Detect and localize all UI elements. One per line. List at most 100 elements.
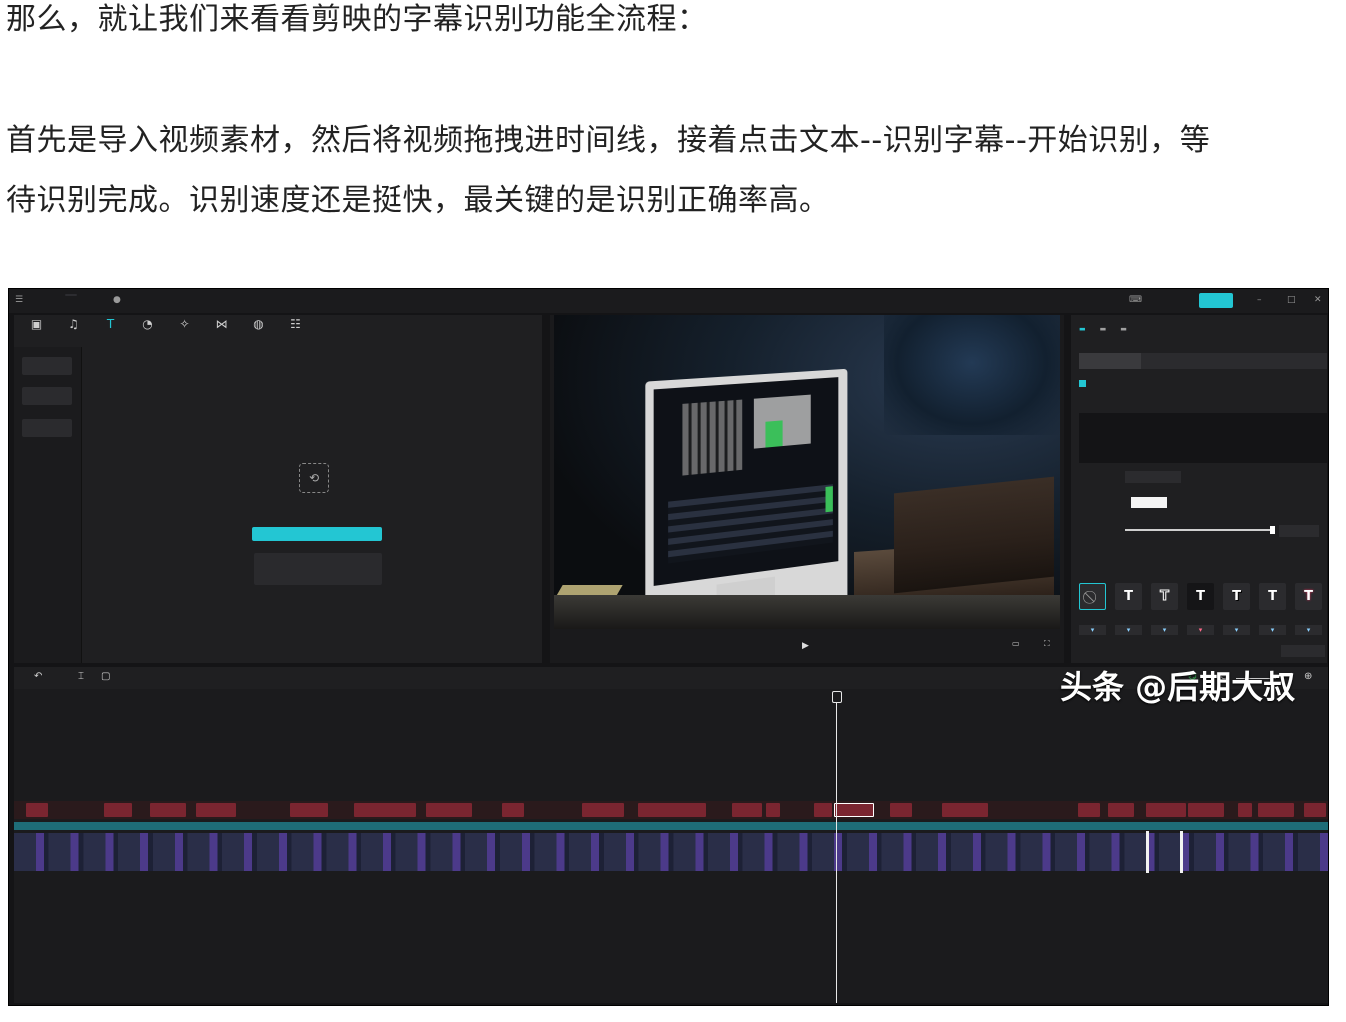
subtitle-clip[interactable] bbox=[1258, 803, 1294, 817]
preset-styles-row-2: ▾ ▾ ▾ ▾ ▾ ▾ ▾ bbox=[1079, 625, 1322, 635]
video-track[interactable] bbox=[14, 833, 1328, 871]
tool-audio[interactable]: ♫ bbox=[61, 317, 86, 347]
subtitle-clip[interactable] bbox=[502, 803, 524, 817]
sidebar-item-recognize-subtitles[interactable] bbox=[22, 387, 72, 405]
style-preset-4[interactable]: T bbox=[1223, 583, 1250, 610]
tab-animation[interactable]: ▬ bbox=[1100, 325, 1107, 333]
subtitle-clip[interactable] bbox=[354, 803, 416, 817]
opacity-value[interactable] bbox=[1279, 525, 1319, 537]
subtitle-clip[interactable] bbox=[766, 803, 780, 817]
play-icon[interactable]: ▶ bbox=[802, 641, 809, 651]
reset-button[interactable] bbox=[1281, 645, 1325, 657]
properties-panel: ▬ ▬ ▬ ⃠ T T T T T T bbox=[1071, 315, 1327, 663]
export-button[interactable] bbox=[1199, 293, 1233, 308]
apply-all-checkbox[interactable] bbox=[1079, 380, 1090, 389]
undo-icon[interactable]: ↶ bbox=[34, 671, 42, 682]
shortcut-icon[interactable]: ⌨ bbox=[1129, 295, 1142, 305]
style-none-icon[interactable]: ⃠ bbox=[1079, 583, 1106, 610]
style-preset-13[interactable]: ▾ bbox=[1295, 625, 1322, 635]
subtitle-clip[interactable] bbox=[582, 803, 624, 817]
playhead[interactable] bbox=[832, 691, 842, 1003]
minimize-icon[interactable]: – bbox=[1257, 295, 1262, 305]
clip-boundary-marker bbox=[1146, 831, 1149, 873]
subtitle-clip[interactable] bbox=[1108, 803, 1134, 817]
style-preset-2[interactable]: T bbox=[1151, 583, 1178, 610]
tool-adjust[interactable]: ☷ bbox=[283, 317, 308, 347]
tool-effects[interactable]: ✧ bbox=[172, 317, 197, 347]
subtitle-text-field[interactable] bbox=[1079, 413, 1327, 463]
opacity-slider[interactable] bbox=[1125, 526, 1275, 534]
subtitle-clip[interactable] bbox=[26, 803, 48, 817]
sidebar-item-recognize-lyrics[interactable] bbox=[22, 419, 72, 437]
subtitle-clip[interactable] bbox=[150, 803, 186, 817]
style-preset-1[interactable]: T bbox=[1115, 583, 1142, 610]
subtitle-clip[interactable] bbox=[942, 803, 988, 817]
text-icon: T bbox=[106, 317, 115, 331]
close-icon[interactable]: ✕ bbox=[1314, 295, 1322, 305]
main-toolbar: ▣ ♫ T ◔ ✧ ⋈ ◍ ☷ bbox=[24, 317, 308, 347]
app-logo-icon: ☰ bbox=[15, 295, 24, 305]
subtitle-clip[interactable] bbox=[890, 803, 912, 817]
props-tabs: ▬ ▬ ▬ bbox=[1079, 325, 1127, 333]
subtitle-track bbox=[14, 801, 1328, 819]
subtitle-clip[interactable] bbox=[1304, 803, 1326, 817]
props-subtabs bbox=[1079, 353, 1327, 369]
preview-panel: ▶ ▭ ⛶ bbox=[550, 315, 1064, 663]
recognition-note bbox=[254, 553, 382, 585]
style-preset-11[interactable]: ▾ bbox=[1223, 625, 1250, 635]
subtitle-clip[interactable] bbox=[104, 803, 132, 817]
subtitle-clip[interactable] bbox=[638, 803, 706, 817]
subtitle-clip[interactable] bbox=[1188, 803, 1224, 817]
clip-boundary-marker bbox=[1180, 831, 1183, 873]
delete-icon[interactable]: ▢ bbox=[101, 671, 110, 682]
split-icon[interactable]: ⌶ bbox=[78, 671, 84, 682]
editor-titlebar: ☰ ● ⌨ – □ ✕ bbox=[9, 289, 1328, 313]
style-preset-12[interactable]: ▾ bbox=[1259, 625, 1286, 635]
transition-icon: ⋈ bbox=[215, 317, 228, 331]
tab-text[interactable]: ▬ bbox=[1079, 325, 1086, 333]
audio-track[interactable] bbox=[14, 822, 1328, 830]
subtab-bubble[interactable] bbox=[1141, 353, 1203, 369]
subtitle-clip[interactable] bbox=[196, 803, 236, 817]
tool-media[interactable]: ▣ bbox=[24, 317, 49, 347]
tool-sticker[interactable]: ◔ bbox=[135, 317, 160, 347]
subtitle-clip[interactable] bbox=[814, 803, 832, 817]
font-select[interactable] bbox=[1125, 471, 1181, 483]
media-panel: ▣ ♫ T ◔ ✧ ⋈ ◍ ☷ ⟲ bbox=[14, 315, 542, 663]
zoom-in-icon[interactable]: ⊕ bbox=[1304, 671, 1312, 682]
subtab-basic[interactable] bbox=[1079, 353, 1141, 369]
tool-text[interactable]: T bbox=[98, 317, 123, 347]
subtab-template[interactable] bbox=[1265, 353, 1327, 369]
tool-transition[interactable]: ⋈ bbox=[209, 317, 234, 347]
start-recognition-button[interactable] bbox=[252, 527, 382, 541]
subtitle-clip[interactable] bbox=[290, 803, 328, 817]
maximize-icon[interactable]: □ bbox=[1287, 295, 1296, 305]
adjust-icon: ☷ bbox=[290, 317, 301, 331]
style-preset-9[interactable]: ▾ bbox=[1151, 625, 1178, 635]
subtitle-clip[interactable] bbox=[1078, 803, 1100, 817]
subtitle-clip[interactable] bbox=[426, 803, 472, 817]
subtitle-clip-selected[interactable] bbox=[834, 803, 874, 817]
sidebar-item-new-text[interactable] bbox=[22, 357, 72, 375]
style-preset-6[interactable]: T bbox=[1295, 583, 1322, 610]
subtitle-clip[interactable] bbox=[1146, 803, 1186, 817]
subtitle-clip[interactable] bbox=[1238, 803, 1252, 817]
fullscreen-icon[interactable]: ⛶ bbox=[1044, 639, 1050, 649]
sticker-icon: ◔ bbox=[142, 317, 153, 331]
style-preset-8[interactable]: ▾ bbox=[1115, 625, 1142, 635]
style-preset-5[interactable]: T bbox=[1259, 583, 1286, 610]
menu-pill[interactable] bbox=[65, 294, 77, 296]
subtitle-clip[interactable] bbox=[732, 803, 762, 817]
tool-filter[interactable]: ◍ bbox=[246, 317, 271, 347]
color-swatch[interactable] bbox=[1131, 497, 1167, 508]
aspect-ratio-icon[interactable]: ▭ bbox=[1012, 639, 1020, 648]
style-preset-10[interactable]: ▾ bbox=[1187, 625, 1214, 635]
style-preset-7[interactable]: ▾ bbox=[1079, 625, 1106, 635]
preview-controls: ▶ ▭ ⛶ bbox=[550, 633, 1064, 659]
tab-reading[interactable]: ▬ bbox=[1120, 325, 1127, 333]
autosave-icon: ● bbox=[113, 295, 121, 305]
watermark: 头条 @后期大叔 bbox=[1060, 668, 1296, 706]
style-preset-3[interactable]: T bbox=[1187, 583, 1214, 610]
subtab-effect[interactable] bbox=[1203, 353, 1265, 369]
filter-icon: ◍ bbox=[253, 317, 264, 331]
